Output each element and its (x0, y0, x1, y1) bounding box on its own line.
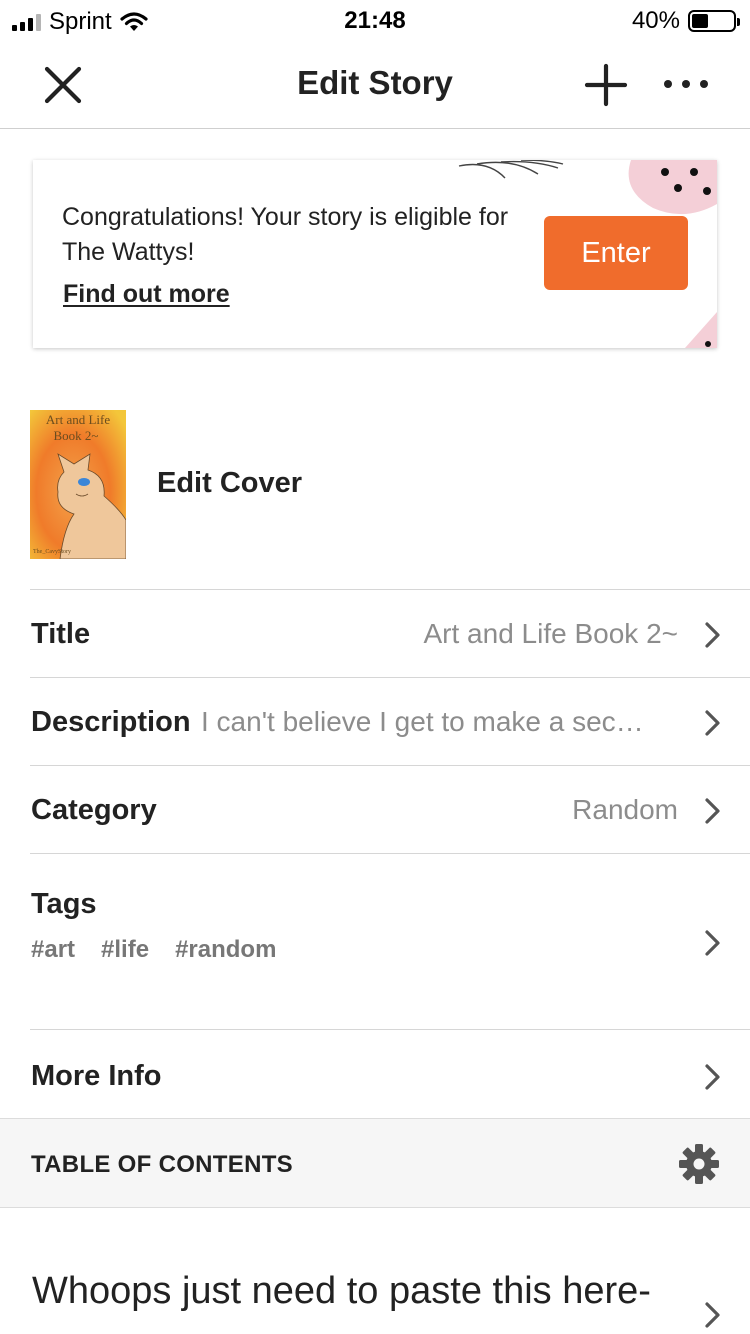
part-list-item[interactable]: Whoops just need to paste this here- (0, 1208, 750, 1334)
eligibility-message: Congratulations! Your story is eligible … (62, 203, 509, 266)
chevron-right-icon (705, 798, 720, 824)
page-title: Edit Story (297, 64, 453, 101)
table-of-contents-header: TABLE OF CONTENTS (0, 1118, 750, 1208)
battery-status: 40% (631, 7, 740, 35)
cover-title-line2: Book 2~ (54, 428, 99, 443)
tags-row[interactable]: Tags #art #life #random (30, 853, 750, 1030)
chevron-right-icon (705, 622, 720, 648)
chevron-right-icon (705, 1302, 720, 1328)
cover-title-line1: Art and Life (46, 412, 110, 427)
edit-cover-button[interactable]: Edit Cover (157, 467, 302, 500)
nav-bar: Edit Story (0, 40, 750, 129)
find-out-more-link[interactable]: Find out more (63, 280, 230, 309)
tag-list: #art #life #random (31, 936, 276, 964)
category-label: Category (31, 794, 157, 826)
toc-label: TABLE OF CONTENTS (31, 1151, 293, 1178)
more-info-label: More Info (31, 1060, 162, 1092)
battery-percent: 40% (631, 7, 680, 34)
gear-icon[interactable] (678, 1143, 720, 1185)
description-label: Description (31, 706, 191, 738)
wattys-banner: Congratulations! Your story is eligible … (33, 160, 717, 348)
tag-item: #random (175, 936, 277, 963)
title-label: Title (31, 618, 91, 650)
battery-icon (688, 10, 740, 32)
tag-item: #life (101, 936, 150, 963)
cover-thumbnail[interactable]: Art and Life Book 2~ The_CavyStory (30, 410, 126, 559)
cover-author: The_CavyStory (33, 549, 71, 555)
more-horizontal-icon[interactable] (664, 74, 708, 94)
chevron-right-icon (705, 710, 720, 736)
cover-art: Art and Life Book 2~ The_CavyStory (30, 410, 126, 559)
status-bar: Sprint 21:48 40% (0, 0, 750, 40)
description-value: I can't believe I get to make a sec… (201, 706, 644, 737)
chevron-right-icon (705, 930, 720, 956)
tags-label: Tags (31, 888, 97, 920)
plus-icon[interactable] (583, 62, 629, 108)
more-info-row[interactable]: More Info (30, 1029, 750, 1119)
description-row[interactable]: Description I can't believe I get to mak… (30, 677, 750, 766)
category-value: Random (572, 794, 678, 825)
tag-item: #art (31, 936, 76, 963)
part-title: Whoops just need to paste this here- (32, 1270, 651, 1312)
title-row[interactable]: Title Art and Life Book 2~ (30, 589, 750, 678)
title-value: Art and Life Book 2~ (423, 618, 678, 649)
enter-button[interactable]: Enter (544, 216, 688, 290)
category-row[interactable]: Category Random (30, 765, 750, 854)
chevron-right-icon (705, 1064, 720, 1090)
